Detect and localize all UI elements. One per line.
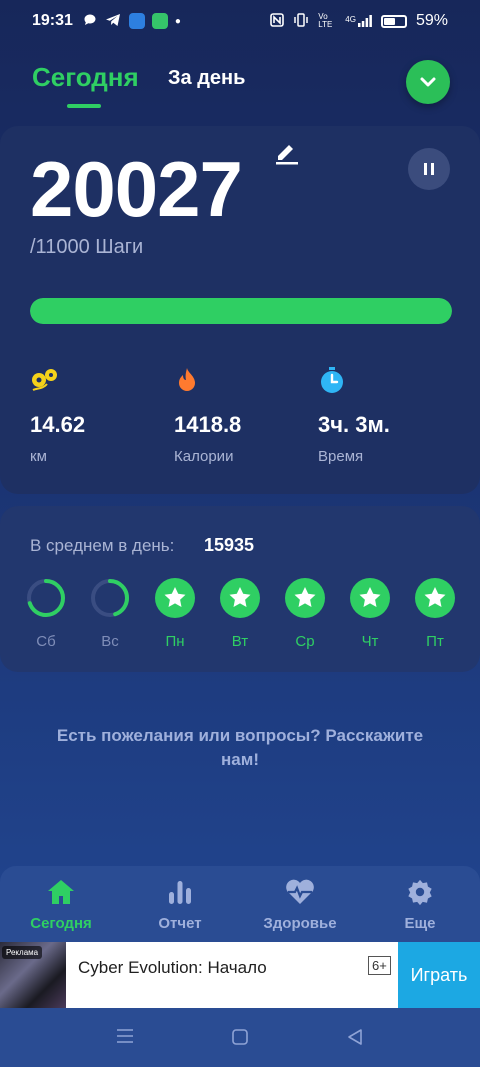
nav-more-label: Еще — [404, 915, 436, 932]
notification-dot-icon: ● — [174, 15, 181, 27]
expand-button[interactable] — [406, 60, 450, 104]
average-value: 15935 — [204, 535, 255, 555]
stat-distance: 14.62 км — [30, 366, 85, 465]
day-label: Вс — [101, 633, 119, 650]
ad-title: Cyber Evolution: Начало — [78, 958, 267, 977]
average-card: В среднем в день: 15935 Сб Вс Пн Вт Ср Чт Пт — [0, 506, 480, 672]
steps-progress-fill — [30, 298, 452, 324]
stat-time: 3ч. 3м. Время — [318, 366, 390, 465]
nav-more[interactable]: Еще — [365, 878, 475, 932]
day-2: Пн — [155, 578, 195, 650]
tab-today-indicator — [67, 104, 101, 108]
chat-bubble-icon — [83, 13, 97, 30]
steps-goal: /11000 Шаги — [30, 236, 144, 258]
battery-percent: 59% — [415, 12, 448, 29]
time-label: Время — [318, 448, 364, 465]
star-icon — [415, 578, 455, 618]
ad-tag: Реклама — [2, 946, 43, 959]
day-label: Вт — [231, 633, 249, 650]
distance-label: км — [30, 448, 47, 465]
distance-value: 14.62 — [30, 412, 86, 437]
back-triangle-icon — [348, 1029, 362, 1045]
distance-icon — [30, 366, 85, 394]
day-4: Ср — [285, 578, 325, 650]
nav-report[interactable]: Отчет — [125, 878, 235, 932]
vibrate-icon — [293, 12, 309, 30]
ad-play-button[interactable]: Играть — [398, 942, 480, 1008]
app-green-icon — [151, 13, 168, 29]
calories-label: Калории — [174, 448, 234, 465]
steps-progress-bar — [30, 298, 452, 324]
stopwatch-icon — [318, 366, 390, 394]
average-label: В среднем в день: — [30, 536, 175, 555]
calories-value: 1418.8 — [174, 412, 242, 437]
home-icon — [48, 880, 74, 904]
nav-health[interactable]: Здоровье — [245, 878, 355, 932]
telegram-icon — [105, 13, 121, 30]
stat-calories: 1418.8 Калории — [174, 366, 241, 465]
nfc-icon — [270, 12, 285, 30]
menu-lines-icon — [117, 1029, 133, 1043]
home-button[interactable] — [231, 1028, 249, 1051]
day-6: Пт — [415, 578, 455, 650]
nav-today-label: Сегодня — [30, 915, 92, 932]
time-value: 3ч. 3м. — [318, 412, 390, 437]
header: Сегодня За день — [0, 42, 480, 122]
heart-pulse-icon — [286, 879, 314, 904]
ad-banner[interactable]: Реклама Cyber Evolution: Начало 6+ Играт… — [0, 942, 480, 1008]
battery-icon — [380, 14, 407, 28]
day-1: Вс — [90, 578, 130, 650]
day-label: Ср — [295, 633, 315, 650]
pause-button[interactable] — [408, 148, 450, 190]
day-3: Вт — [220, 578, 260, 650]
recent-apps-button[interactable] — [116, 1028, 134, 1049]
star-icon — [285, 578, 325, 618]
progress-ring-icon — [27, 579, 65, 617]
flame-icon — [174, 366, 241, 394]
back-button[interactable] — [346, 1028, 364, 1051]
signal-icon: 4G — [345, 15, 372, 27]
steps-card: 20027 /11000 Шаги 14.62 км 1418.8 Калори… — [0, 126, 480, 494]
volte-icon: Vo LTE — [318, 12, 333, 29]
day-label: Пн — [165, 633, 185, 650]
day-5: Чт — [350, 578, 390, 650]
status-time: 19:31 — [32, 12, 73, 29]
star-icon — [350, 578, 390, 618]
pencil-icon — [276, 145, 298, 165]
nav-today[interactable]: Сегодня — [6, 878, 116, 932]
edit-goal-button[interactable] — [274, 140, 300, 171]
steps-count: 20027 — [30, 145, 243, 233]
chevron-down-icon — [420, 77, 436, 87]
day-label: Пт — [426, 633, 444, 650]
square-icon — [232, 1029, 248, 1045]
bottom-navigation: Сегодня Отчет Здоровье Еще — [0, 866, 480, 946]
feedback-link[interactable]: Есть пожелания или вопросы? Расскажите н… — [40, 724, 440, 772]
system-navigation-bar — [0, 1008, 480, 1067]
app-blue-icon — [128, 13, 145, 29]
day-label: Чт — [361, 633, 379, 650]
ad-image: Реклама — [0, 942, 66, 1008]
bar-chart-icon — [169, 881, 191, 904]
pause-icon — [424, 163, 434, 175]
nav-report-label: Отчет — [158, 915, 202, 932]
gear-icon — [408, 879, 432, 906]
tab-today[interactable]: Сегодня — [32, 62, 139, 93]
star-icon — [220, 578, 260, 618]
day-label: Сб — [36, 633, 56, 650]
star-icon — [155, 578, 195, 618]
nav-health-label: Здоровье — [263, 915, 337, 932]
ad-age-rating: 6+ — [368, 956, 391, 975]
day-0: Сб — [26, 578, 66, 650]
tab-day[interactable]: За день — [168, 67, 245, 90]
progress-ring-icon — [91, 579, 129, 617]
status-bar: 19:31 ● Vo LTE 4G 59% — [0, 0, 480, 42]
